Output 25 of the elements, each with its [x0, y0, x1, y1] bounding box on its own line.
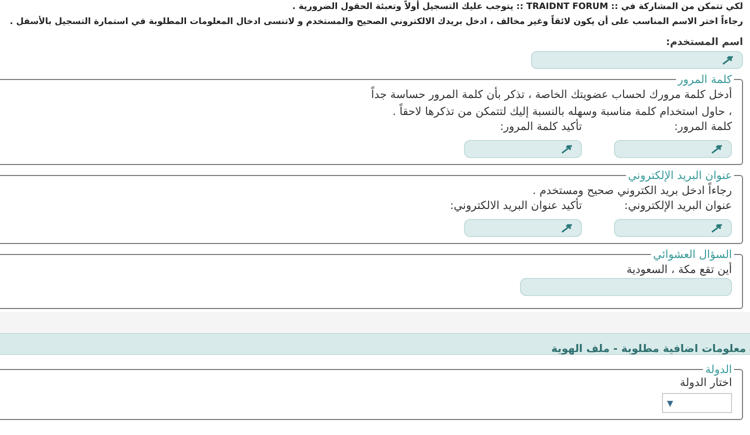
section-legend: الدولة: [703, 363, 734, 376]
section-legend: عنوان البريد الإلكتروني: [626, 169, 734, 182]
intro-text: رجاءاً اختر الاسم المناسب على أن يكون لائقاً وغير مخالف ، ادخل بريدك الالكتروني الصحيح والمستخدم و لاتنسى ادخال المعلومات المطلوبة في استمارة التسجيل بالأسفل .: [8, 15, 743, 29]
help-text: ، حاول استخدام كلمة مناسبة وسهله بالنسبة إليك لتتمكن من تذكرها لاحقاً .: [391, 103, 732, 118]
input-field[interactable]: [614, 140, 732, 158]
input-field[interactable]: [464, 219, 582, 237]
field-label: كلمة المرور:: [673, 120, 732, 134]
field-label: تأكيد عنوان البريد الالكتروني:: [450, 199, 582, 213]
intro-text: لكي تتمكن من المشاركة في :: TRAIDNT FORUM :: يتوجب عليك التسجيل أولاً وتعبئة الحقول الضرورية .: [291, 0, 743, 14]
input-field[interactable]: [531, 51, 743, 69]
section-legend: السؤال العشوائي: [651, 248, 734, 261]
help-text: أدخل كلمة مرورك لحساب عضويتك الخاصة ، تذكر بأن كلمة المرور حساسة جداً: [370, 86, 732, 103]
field-label: اسم المستخدم:: [666, 37, 743, 48]
input-field[interactable]: [464, 140, 582, 158]
field-label: تأكيد كلمة المرور:: [498, 120, 582, 134]
input-field[interactable]: [614, 219, 732, 237]
input-field[interactable]: [520, 278, 732, 296]
country-dropdown[interactable]: ▼: [662, 393, 732, 413]
help-text: أين تقع مكة ، السعودية: [626, 261, 732, 278]
field-label: عنوان البريد الإلكتروني:: [623, 199, 732, 213]
help-text: رجاءاً ادخل بريد الكتروني صحيح ومستخدم .: [531, 182, 732, 198]
section-legend: كلمة المرور: [676, 73, 734, 86]
dropdown-arrow-icon: ▼: [667, 398, 674, 408]
section-title: معلومات اضافية مطلوبة - ملف الهوية: [551, 343, 746, 355]
field-label: اختار الدولة: [678, 376, 732, 390]
